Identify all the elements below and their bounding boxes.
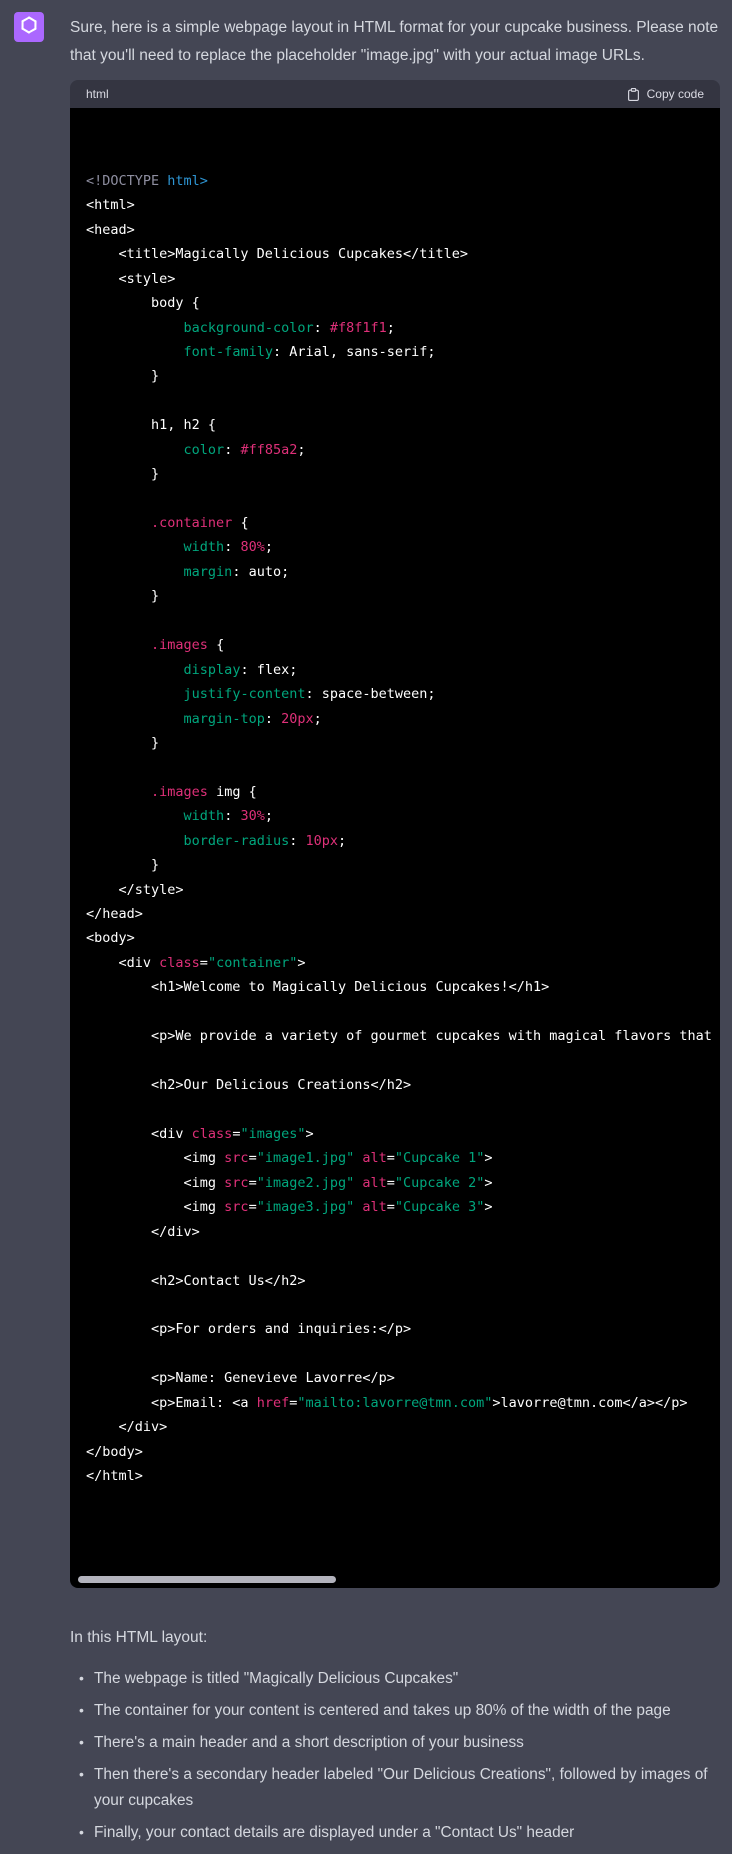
code-line xyxy=(86,1000,704,1024)
code-line: .images { xyxy=(86,633,704,657)
code-line: justify-content: space-between; xyxy=(86,682,704,706)
code-line: <head> xyxy=(86,218,704,242)
code-line: </html> xyxy=(86,1464,704,1488)
code-line: border-radius: 10px; xyxy=(86,829,704,853)
bullet-item: The webpage is titled "Magically Delicio… xyxy=(94,1666,720,1692)
code-line: } xyxy=(86,731,704,755)
code-line: <p>For orders and inquiries:</p> xyxy=(86,1317,704,1341)
code-line: color: #ff85a2; xyxy=(86,438,704,462)
bullet-item: Finally, your contact details are displa… xyxy=(94,1820,720,1846)
code-line: } xyxy=(86,584,704,608)
code-block: html Copy code <!DOCTYPE html><html><hea… xyxy=(70,80,720,1588)
code-line: .images img { xyxy=(86,780,704,804)
code-line xyxy=(86,487,704,511)
code-line: <p>Name: Genevieve Lavorre</p> xyxy=(86,1366,704,1390)
clipboard-icon xyxy=(627,87,640,102)
code-line: h1, h2 { xyxy=(86,413,704,437)
code-line: <!DOCTYPE html> xyxy=(86,169,704,193)
code-line xyxy=(86,755,704,779)
code-line: <img src="image2.jpg" alt="Cupcake 2"> xyxy=(86,1171,704,1195)
code-line: <h2>Contact Us</h2> xyxy=(86,1269,704,1293)
code-line: </div> xyxy=(86,1220,704,1244)
code-line: <title>Magically Delicious Cupcakes</tit… xyxy=(86,242,704,266)
code-line: font-family: Arial, sans-serif; xyxy=(86,340,704,364)
horizontal-scrollbar[interactable] xyxy=(78,1576,336,1583)
code-line: background-color: #f8f1f1; xyxy=(86,316,704,340)
code-line: <body> xyxy=(86,926,704,950)
copy-code-label: Copy code xyxy=(647,87,704,101)
code-line: body { xyxy=(86,291,704,315)
code-line: margin: auto; xyxy=(86,560,704,584)
code-line: margin-top: 20px; xyxy=(86,707,704,731)
bullet-item: Then there's a secondary header labeled … xyxy=(94,1762,720,1814)
code-line xyxy=(86,389,704,413)
code-line: <style> xyxy=(86,267,704,291)
code-line: <h2>Our Delicious Creations</h2> xyxy=(86,1073,704,1097)
bullet-item: There's a main header and a short descri… xyxy=(94,1730,720,1756)
code-lines: <!DOCTYPE html><html><head> <title>Magic… xyxy=(86,169,704,1489)
code-line: <p>We provide a variety of gourmet cupca… xyxy=(86,1024,704,1048)
code-line xyxy=(86,1244,704,1268)
code-block-header: html Copy code xyxy=(70,80,720,108)
code-line: <div class="container"> xyxy=(86,951,704,975)
code-line: <h1>Welcome to Magically Delicious Cupca… xyxy=(86,975,704,999)
code-line: </body> xyxy=(86,1440,704,1464)
assistant-avatar xyxy=(14,12,44,42)
code-line: <img src="image1.jpg" alt="Cupcake 1"> xyxy=(86,1146,704,1170)
code-line: width: 80%; xyxy=(86,535,704,559)
code-line: width: 30%; xyxy=(86,804,704,828)
code-line xyxy=(86,609,704,633)
bullet-item: The container for your content is center… xyxy=(94,1698,720,1724)
openai-logo-icon xyxy=(18,14,40,41)
code-language-label: html xyxy=(86,80,109,108)
code-line: } xyxy=(86,364,704,388)
code-line xyxy=(86,1098,704,1122)
code-line: <html> xyxy=(86,193,704,217)
code-editor-area: <!DOCTYPE html><html><head> <title>Magic… xyxy=(70,108,720,1588)
code-line: <div class="images"> xyxy=(86,1122,704,1146)
message-intro-text: Sure, here is a simple webpage layout in… xyxy=(70,14,720,70)
code-line xyxy=(86,1049,704,1073)
code-line: </div> xyxy=(86,1415,704,1439)
code-line xyxy=(86,1293,704,1317)
copy-code-button[interactable]: Copy code xyxy=(627,87,704,102)
code-line: .container { xyxy=(86,511,704,535)
assistant-message: Sure, here is a simple webpage layout in… xyxy=(0,0,732,1854)
code-line: } xyxy=(86,462,704,486)
code-line: </head> xyxy=(86,902,704,926)
code-line: display: flex; xyxy=(86,658,704,682)
explanation-bullet-list: The webpage is titled "Magically Delicio… xyxy=(70,1666,720,1846)
code-line: <p>Email: <a href="mailto:lavorre@tmn.co… xyxy=(86,1391,704,1415)
code-line: </style> xyxy=(86,878,704,902)
code-line: <img src="image3.jpg" alt="Cupcake 3"> xyxy=(86,1195,704,1219)
section-heading: In this HTML layout: xyxy=(70,1624,720,1652)
code-line: } xyxy=(86,853,704,877)
code-line xyxy=(86,1342,704,1366)
